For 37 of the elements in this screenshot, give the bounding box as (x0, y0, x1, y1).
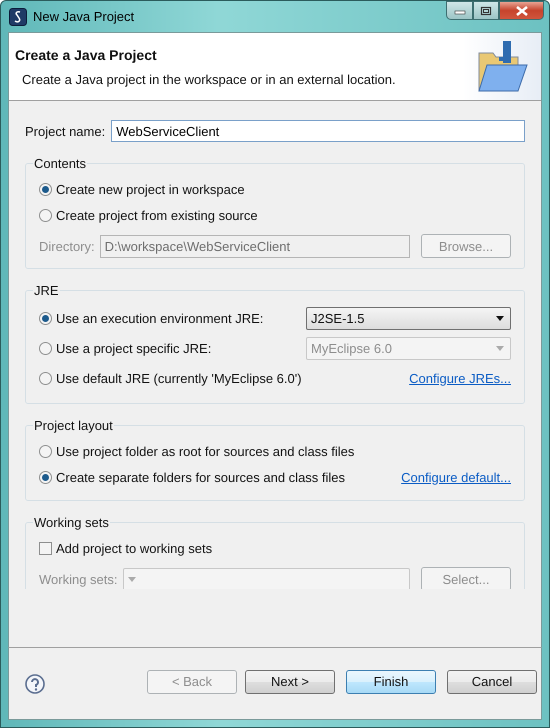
window-title: New Java Project (33, 9, 136, 24)
jre-dropdown[interactable]: J2SE-1.5 (306, 306, 511, 330)
radio-option[interactable]: Use project folder as root for sources and class files (39, 444, 354, 458)
configure-link[interactable]: Configure default... (401, 470, 511, 484)
group-title: Working sets (33, 515, 110, 530)
app-icon (9, 8, 27, 26)
dropdown-arrow-icon (128, 576, 136, 582)
group-title: JRE (33, 283, 60, 298)
restore-icon (480, 6, 492, 16)
project-name-field[interactable]: WebServiceClient (111, 120, 525, 142)
maximize-button[interactable] (473, 1, 499, 20)
close-icon (514, 6, 528, 16)
field-label: Working sets: (39, 572, 118, 586)
minimize-button[interactable] (446, 1, 473, 20)
field-label: Directory: (39, 238, 95, 254)
page-description: Create a Java project in the workspace or in an external location. (21, 72, 396, 86)
radio-option[interactable]: Use an execution environment JRE: (39, 310, 264, 326)
radio-option[interactable]: Create project from existing source (39, 208, 258, 222)
page-title: Create a Java Project (15, 46, 158, 62)
dialog-button[interactable]: Next > (245, 670, 335, 694)
configure-link[interactable]: Configure JREs... (409, 370, 511, 386)
radio-option[interactable]: Create separate folders for sources and class files (39, 470, 346, 484)
field-label: Project name: (25, 124, 106, 138)
group-title: Contents (33, 156, 88, 171)
combo-value: MyEclipse 6.0 (311, 340, 392, 356)
dialog-button[interactable]: Cancel (447, 670, 537, 694)
checkbox-option[interactable]: Add project to working sets (39, 540, 212, 556)
radio-option[interactable]: Create new project in workspace (39, 182, 245, 196)
combo-value: J2SE-1.5 (311, 310, 364, 326)
group-title: Project layout (33, 418, 114, 433)
close-button[interactable] (499, 1, 544, 20)
dialog-button[interactable]: Finish (346, 670, 436, 694)
radio-option[interactable]: Use default JRE (currently 'MyEclipse 6.0') (39, 370, 302, 386)
radio-option[interactable]: Use a project specific JRE: (39, 340, 212, 356)
help-icon (25, 674, 45, 694)
dropdown-arrow-icon (496, 316, 504, 320)
dropdown-arrow-icon (496, 346, 504, 350)
